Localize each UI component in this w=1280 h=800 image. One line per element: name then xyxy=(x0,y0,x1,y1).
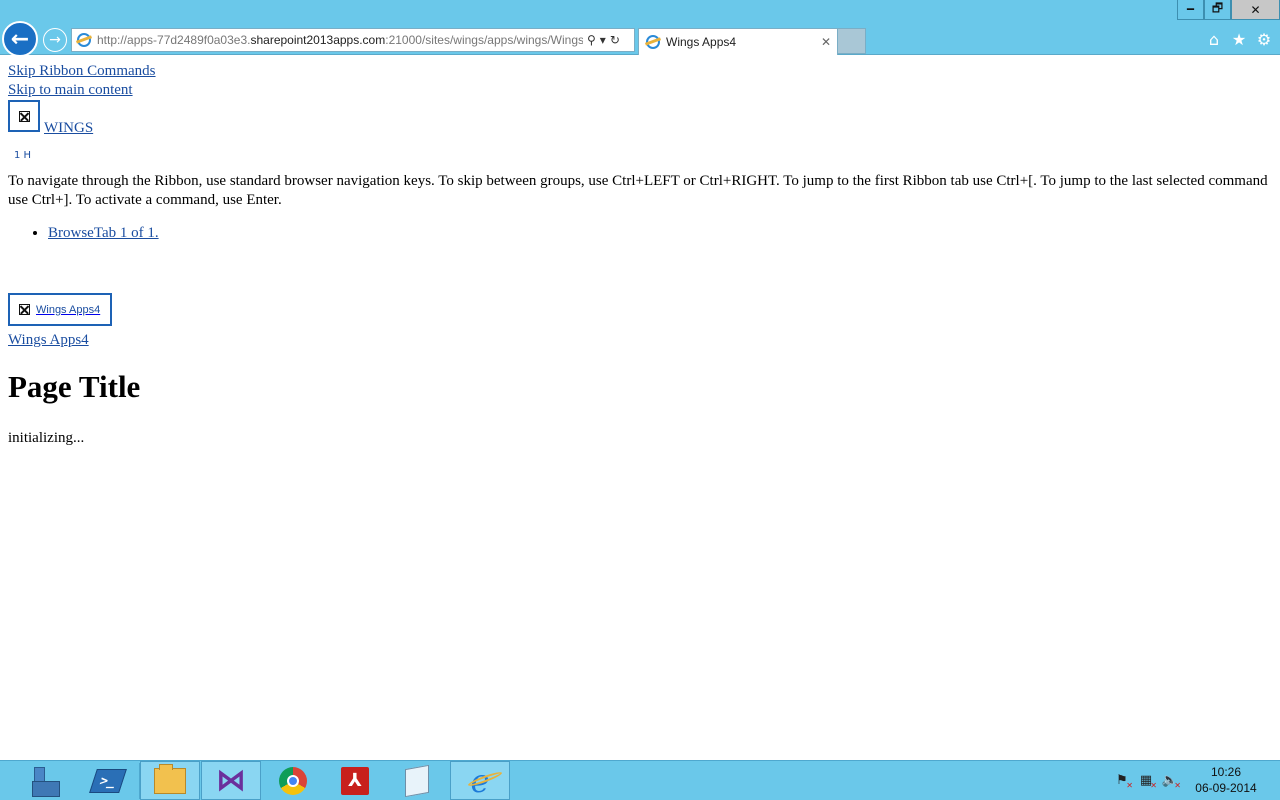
gear-icon[interactable]: ⚙ xyxy=(1254,29,1274,49)
server-manager-taskbar-button[interactable] xyxy=(15,761,75,800)
volume-icon[interactable]: 🔈 ✕ xyxy=(1162,772,1181,791)
forward-button[interactable]: → xyxy=(43,28,67,52)
app-title-link[interactable]: Wings Apps4 xyxy=(8,332,89,349)
app-logo-link[interactable]: Wings Apps4 xyxy=(8,293,112,326)
notepad-icon xyxy=(405,764,429,797)
search-icon[interactable]: ⚲ xyxy=(587,33,596,47)
chrome-icon xyxy=(279,766,307,795)
address-bar[interactable]: http://apps-77d2489f0a03e3.sharepoint201… xyxy=(71,28,635,52)
ribbon-tab-item: BrowseTab 1 of 1. xyxy=(48,225,159,242)
url-domain: sharepoint2013apps.com xyxy=(250,33,386,47)
address-tools: ⚲ ▾ ↻ xyxy=(587,33,620,47)
home-icon[interactable]: ⌂ xyxy=(1204,29,1224,49)
minimize-button[interactable]: 🗕 xyxy=(1177,0,1204,20)
network-icon[interactable]: ▦ ✕ xyxy=(1138,772,1157,791)
file-explorer-taskbar-button[interactable] xyxy=(140,761,200,800)
broken-image-icon xyxy=(18,110,30,122)
page-title: Page Title xyxy=(8,369,141,404)
new-tab-button[interactable] xyxy=(837,28,866,54)
skip-ribbon-link[interactable]: Skip Ribbon Commands xyxy=(8,63,156,80)
url-suffix: :21000/sites/wings/apps/wings/Wings xyxy=(385,33,583,47)
broken-image-icon xyxy=(19,304,30,315)
favorites-star-icon[interactable]: ★ xyxy=(1229,29,1249,49)
action-center-flag-icon[interactable]: ⚑ ✕ xyxy=(1114,772,1133,791)
powershell-icon: >_ xyxy=(89,768,127,793)
close-tab-icon[interactable]: ✕ xyxy=(821,35,831,49)
site-name-link[interactable]: WINGS xyxy=(44,120,93,137)
ie-page-icon xyxy=(646,35,660,49)
ribbon-help-text: To navigate through the Ribbon, use stan… xyxy=(8,173,1268,208)
url-prefix: http://apps-77d2489f0a03e3. xyxy=(97,33,251,47)
browser-chrome: 🗕 🗗 ✕ ← → http://apps-77d2489f0a03e3.sha… xyxy=(0,0,1280,57)
skip-main-content-link[interactable]: Skip to main content xyxy=(8,82,133,99)
folder-icon xyxy=(154,763,186,794)
status-text: initializing... xyxy=(8,430,85,446)
notepad-taskbar-button[interactable] xyxy=(387,761,447,800)
taskbar-clock[interactable]: 10:26 06-09-2014 xyxy=(1188,764,1264,796)
powershell-taskbar-button[interactable]: >_ xyxy=(78,761,138,800)
site-glyphs: 1 H xyxy=(14,150,32,161)
url-text[interactable]: http://apps-77d2489f0a03e3.sharepoint201… xyxy=(97,33,583,47)
clock-date: 06-09-2014 xyxy=(1195,781,1257,795)
refresh-icon[interactable]: ↻ xyxy=(610,33,620,47)
ribbon-tab-list: BrowseTab 1 of 1. xyxy=(8,225,159,242)
chevron-down-icon[interactable]: ▾ xyxy=(600,33,606,47)
browser-tab-active[interactable]: Wings Apps4 ✕ xyxy=(638,28,838,55)
restore-button[interactable]: 🗗 xyxy=(1204,0,1231,20)
app-logo-alt-text: Wings Apps4 xyxy=(36,303,101,316)
browse-tab-link[interactable]: BrowseTab 1 of 1. xyxy=(48,225,159,241)
server-manager-icon xyxy=(32,766,60,797)
clock-time: 10:26 xyxy=(1210,765,1242,779)
visual-studio-taskbar-button[interactable]: ⋈ xyxy=(201,761,261,800)
chrome-taskbar-button[interactable] xyxy=(263,761,323,800)
acrobat-taskbar-button[interactable]: ⅄ xyxy=(325,761,385,800)
ie-page-icon xyxy=(77,33,91,47)
site-logo-link[interactable] xyxy=(8,100,40,132)
internet-explorer-taskbar-button[interactable]: e xyxy=(450,761,510,800)
pdf-icon: ⅄ xyxy=(341,766,369,795)
taskbar: >_ ⋈ ⅄ e xyxy=(0,760,1280,800)
close-window-button[interactable]: ✕ xyxy=(1231,0,1280,20)
internet-explorer-icon: e xyxy=(470,761,490,800)
visual-studio-icon: ⋈ xyxy=(216,763,246,798)
back-button[interactable]: ← xyxy=(2,21,38,57)
tab-title: Wings Apps4 xyxy=(666,35,737,49)
